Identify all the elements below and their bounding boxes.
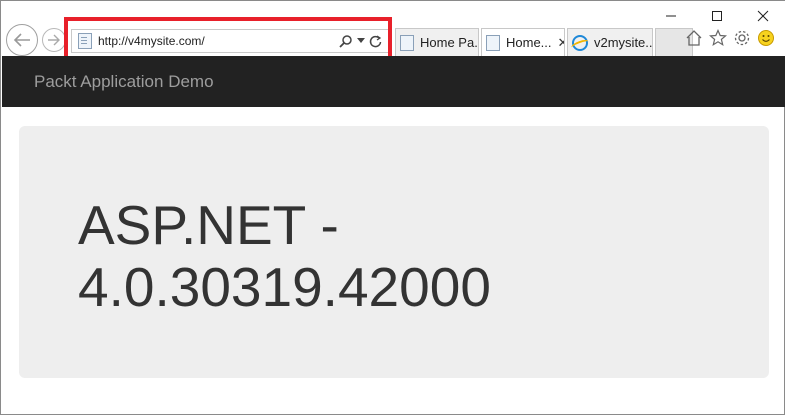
tab-close-icon[interactable]: ✕ (558, 35, 564, 51)
title-line-2: 4.0.30319.42000 (78, 256, 491, 318)
window-controls (648, 1, 785, 31)
page-icon (486, 34, 500, 51)
favorites-button[interactable] (709, 29, 727, 47)
maximize-button[interactable] (694, 1, 740, 31)
tab-label: Home... (506, 35, 552, 50)
forward-arrow-icon (48, 34, 60, 46)
title-line-1: ASP.NET - (78, 194, 339, 256)
close-window-button[interactable] (740, 1, 785, 31)
page-icon (400, 34, 414, 51)
back-button[interactable] (6, 24, 38, 56)
tab-label: Home Pa... (420, 35, 479, 50)
maximize-icon (712, 11, 722, 21)
browser-chrome: http://v4mysite.com/ Home Pa... Home... … (1, 1, 785, 65)
star-icon (709, 29, 727, 46)
navbar-brand[interactable]: Packt Application Demo (34, 72, 214, 92)
site-navbar: Packt Application Demo (2, 56, 785, 107)
browser-window: http://v4mysite.com/ Home Pa... Home... … (0, 0, 785, 415)
minimize-icon (666, 15, 676, 17)
tab-label: v2mysite... (594, 35, 653, 50)
browser-tools (685, 29, 775, 47)
tab-home-page-1[interactable]: Home Pa... (395, 28, 479, 56)
tab-strip: Home Pa... Home... ✕ v2mysite... (395, 28, 693, 56)
feedback-button[interactable] (757, 29, 775, 47)
home-button[interactable] (685, 29, 703, 47)
settings-button[interactable] (733, 29, 751, 47)
close-icon (757, 10, 769, 22)
gear-icon (734, 30, 750, 46)
page-title: ASP.NET - 4.0.30319.42000 (78, 194, 678, 318)
minimize-button[interactable] (648, 1, 694, 31)
forward-button[interactable] (42, 28, 66, 52)
tab-home-page-2[interactable]: Home... ✕ (481, 28, 565, 56)
home-icon (686, 30, 702, 46)
jumbotron: ASP.NET - 4.0.30319.42000 (19, 126, 769, 378)
internet-explorer-icon (572, 34, 588, 51)
back-arrow-icon (13, 33, 30, 47)
smiley-icon (758, 30, 774, 46)
tab-v2mysite[interactable]: v2mysite... (567, 28, 653, 56)
